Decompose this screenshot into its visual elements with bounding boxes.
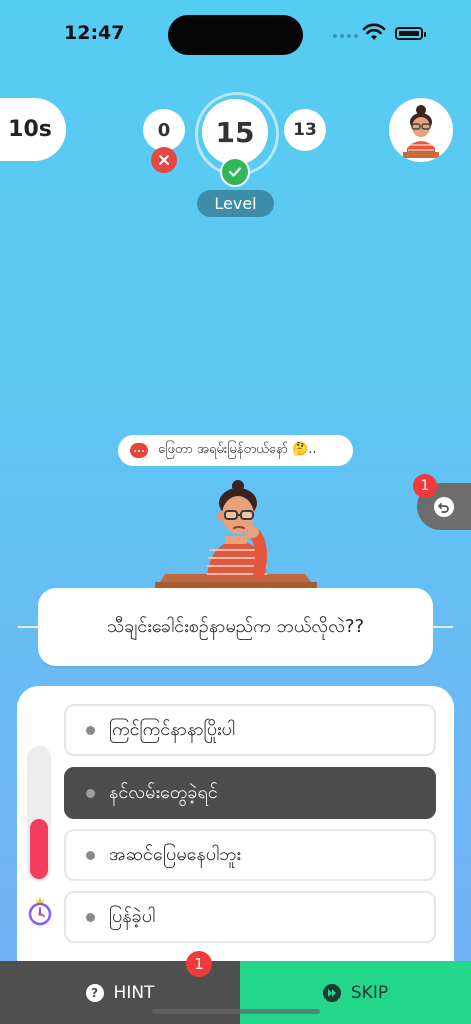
answer-option-1[interactable]: ကြင်ကြင်နာနာပြိုးပါ — [64, 704, 436, 756]
hint-label: HINT — [113, 982, 155, 1003]
question-card: သီချင်းခေါင်းစဉ်နာမည်က ဘယ်လိုလဲ?? — [38, 588, 433, 666]
question-divider-left — [18, 626, 40, 628]
cellular-signal-icon — [333, 34, 358, 38]
level-number: 15 — [202, 99, 268, 165]
question-mark-icon: ? — [85, 983, 104, 1002]
correct-check-icon — [220, 157, 250, 187]
answer-label: ပြန်ခဲ့ပါ — [109, 905, 156, 927]
character-illustration — [155, 480, 317, 590]
wifi-icon — [362, 23, 386, 40]
hint-count-badge: 1 — [186, 951, 212, 977]
answer-bullet — [86, 850, 95, 860]
level-label: Level — [197, 190, 274, 217]
question-divider-right — [431, 626, 453, 628]
answer-label: ကြင်ကြင်နာနာပြိုးပါ — [109, 718, 235, 740]
answer-option-3[interactable]: အဆင်ပြေမနေပါဘူး — [64, 829, 436, 881]
player-avatar[interactable] — [389, 98, 453, 162]
status-time: 12:47 — [64, 22, 125, 44]
undo-icon — [434, 496, 454, 517]
skip-button[interactable]: SKIP — [240, 961, 471, 1024]
skip-label: SKIP — [350, 982, 389, 1003]
countdown-timer: 10s — [0, 98, 66, 161]
skip-icon — [322, 983, 341, 1002]
speech-text: ဖြေတာ အရမ်းမြန်တယ်နော် 🤔.. — [158, 442, 317, 457]
answer-bullet — [86, 788, 95, 798]
home-indicator[interactable] — [152, 1009, 320, 1014]
dynamic-island — [168, 15, 303, 55]
correct-answers-count: 13 — [284, 109, 326, 151]
stopwatch-icon — [28, 897, 52, 926]
chat-bubble-icon — [130, 443, 148, 458]
wrong-x-icon — [151, 147, 177, 173]
battery-icon — [395, 27, 426, 40]
undo-count-badge: 1 — [413, 474, 437, 498]
time-progress-fill — [30, 819, 48, 879]
answer-label: နင်လမ်းတွေခဲ့ရင် — [109, 781, 218, 803]
wrong-answers-count: 0 — [143, 109, 185, 151]
answer-option-2[interactable]: နင်လမ်းတွေခဲ့ရင် — [64, 767, 436, 819]
answer-bullet — [86, 725, 95, 735]
answer-label: အဆင်ပြေမနေပါဘူး — [109, 843, 241, 865]
answer-option-4[interactable]: ပြန်ခဲ့ပါ — [64, 891, 436, 943]
character-speech-bubble: ဖြေတာ အရမ်းမြန်တယ်နော် 🤔.. — [118, 435, 353, 466]
question-text: သီချင်းခေါင်းစဉ်နာမည်က ဘယ်လိုလဲ?? — [106, 615, 365, 637]
answer-bullet — [86, 912, 95, 922]
